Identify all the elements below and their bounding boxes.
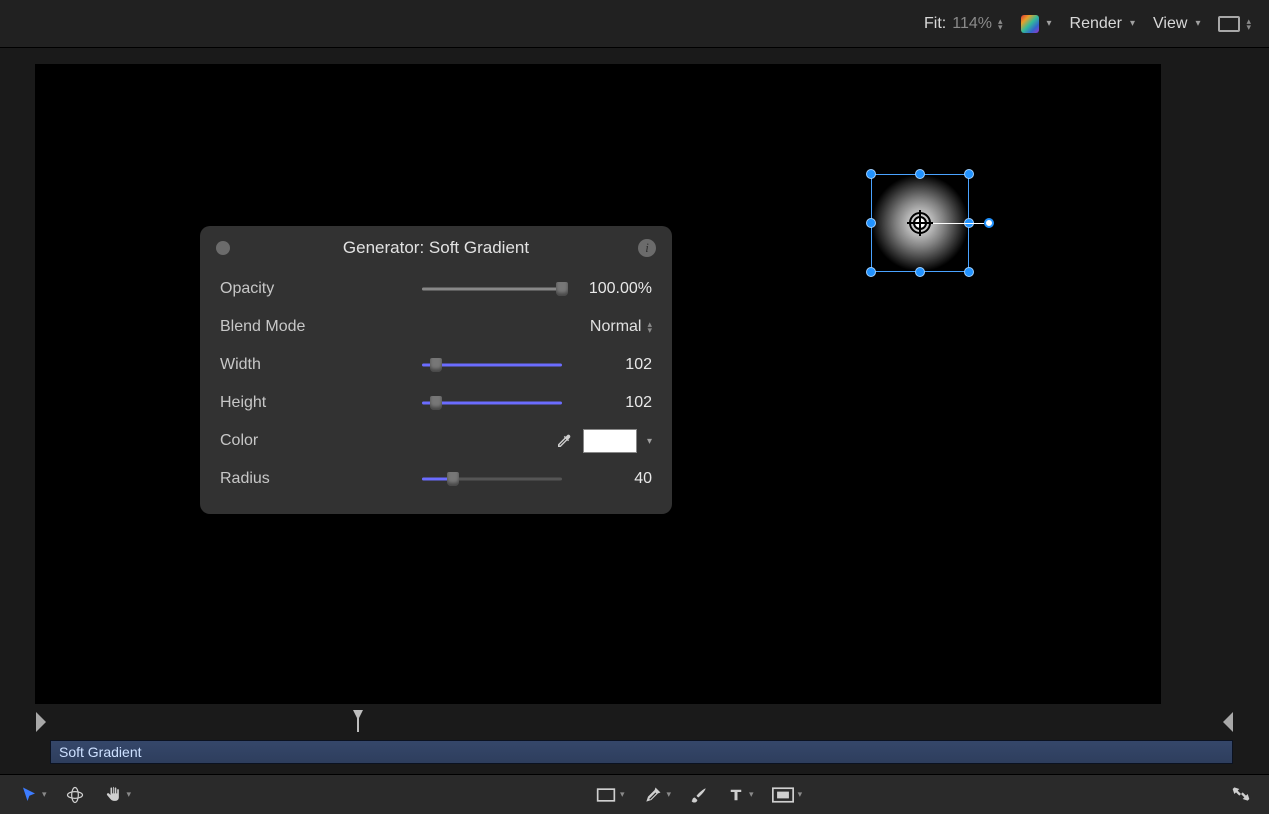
width-value[interactable]: 102 bbox=[572, 356, 652, 374]
hud-title: Generator: Soft Gradient bbox=[200, 238, 672, 258]
aspect-box-icon bbox=[1218, 16, 1240, 32]
anchor-target-icon[interactable] bbox=[909, 212, 931, 234]
height-value[interactable]: 102 bbox=[572, 394, 652, 412]
3d-orbit-icon bbox=[65, 785, 85, 805]
stepper-arrows-icon: ▴▾ bbox=[998, 18, 1003, 30]
3d-transform-tool[interactable] bbox=[65, 785, 85, 805]
opacity-slider[interactable] bbox=[422, 281, 562, 297]
opacity-label: Opacity bbox=[220, 280, 370, 298]
resize-handle[interactable] bbox=[866, 169, 876, 179]
pen-nib-icon bbox=[643, 785, 663, 805]
eyedropper-icon[interactable] bbox=[555, 432, 573, 450]
render-menu[interactable]: Render ▾ bbox=[1070, 15, 1136, 33]
out-point-icon[interactable] bbox=[1223, 712, 1233, 732]
text-tool[interactable]: ▾ bbox=[727, 786, 754, 804]
color-row: Color ▾ bbox=[200, 422, 672, 460]
width-row: Width 102 bbox=[200, 346, 672, 384]
mask-tool[interactable]: ▾ bbox=[772, 787, 803, 803]
chevron-down-icon: ▾ bbox=[1130, 18, 1135, 29]
fit-label: Fit: bbox=[924, 15, 946, 33]
height-row: Height 102 bbox=[200, 384, 672, 422]
hand-icon bbox=[103, 785, 123, 805]
text-icon bbox=[727, 786, 745, 804]
color-label: Color bbox=[220, 432, 370, 450]
width-slider[interactable] bbox=[422, 357, 562, 373]
resize-handle[interactable] bbox=[866, 218, 876, 228]
chevron-down-icon[interactable]: ▾ bbox=[647, 436, 652, 447]
in-point-icon[interactable] bbox=[36, 712, 46, 732]
height-label: Height bbox=[220, 394, 370, 412]
render-label: Render bbox=[1070, 15, 1122, 33]
width-label: Width bbox=[220, 356, 370, 374]
chevron-down-icon: ▾ bbox=[620, 789, 625, 800]
mini-timeline[interactable] bbox=[36, 712, 1233, 738]
clip-bar[interactable]: Soft Gradient bbox=[50, 740, 1233, 764]
chevron-down-icon: ▾ bbox=[667, 789, 672, 800]
resize-handle[interactable] bbox=[964, 169, 974, 179]
arrow-cursor-icon bbox=[20, 786, 38, 804]
view-menu[interactable]: View ▾ bbox=[1153, 15, 1200, 33]
selected-object[interactable] bbox=[871, 174, 969, 272]
hud-panel[interactable]: Generator: Soft Gradient i Opacity 100.0… bbox=[200, 226, 672, 514]
brush-icon bbox=[689, 785, 709, 805]
view-label: View bbox=[1153, 15, 1187, 33]
chevron-down-icon: ▾ bbox=[1047, 18, 1052, 29]
height-slider[interactable] bbox=[422, 395, 562, 411]
select-tool[interactable]: ▾ bbox=[20, 786, 47, 804]
pen-tool[interactable]: ▾ bbox=[643, 785, 672, 805]
hud-titlebar[interactable]: Generator: Soft Gradient i bbox=[200, 226, 672, 270]
chevron-down-icon: ▾ bbox=[749, 789, 754, 800]
hud-lock-dot-icon[interactable] bbox=[216, 241, 230, 255]
channels-menu[interactable]: ▾ bbox=[1021, 15, 1052, 33]
resize-handle[interactable] bbox=[915, 169, 925, 179]
resize-handle[interactable] bbox=[866, 267, 876, 277]
info-icon[interactable]: i bbox=[638, 239, 656, 257]
aspect-menu[interactable]: ▴▾ bbox=[1218, 16, 1251, 32]
rotation-handle[interactable] bbox=[984, 218, 994, 228]
tools-toolbar: ▾ ▾ ▾ ▾ ▾ ▾ bbox=[0, 774, 1269, 814]
fullscreen-icon[interactable] bbox=[1231, 784, 1251, 804]
chevron-down-icon: ▾ bbox=[42, 789, 47, 800]
rectangle-mask-icon bbox=[772, 787, 794, 803]
playhead-icon[interactable] bbox=[353, 710, 363, 732]
resize-handle[interactable] bbox=[964, 267, 974, 277]
radius-value[interactable]: 40 bbox=[572, 470, 652, 488]
blend-mode-value: Normal bbox=[590, 318, 642, 336]
stepper-arrows-icon: ▴▾ bbox=[1246, 18, 1251, 30]
chevron-down-icon: ▾ bbox=[127, 789, 132, 800]
paint-stroke-tool[interactable] bbox=[689, 785, 709, 805]
chevron-down-icon: ▾ bbox=[798, 789, 803, 800]
color-well[interactable] bbox=[583, 429, 637, 453]
opacity-row: Opacity 100.00% bbox=[200, 270, 672, 308]
pan-tool[interactable]: ▾ bbox=[103, 785, 132, 805]
stepper-arrows-icon: ▴▾ bbox=[647, 321, 652, 333]
zoom-value: 114% bbox=[952, 15, 992, 33]
chevron-down-icon: ▾ bbox=[1195, 18, 1200, 29]
clip-name: Soft Gradient bbox=[59, 744, 142, 760]
zoom-control[interactable]: Fit: 114% ▴▾ bbox=[924, 15, 1002, 33]
opacity-value[interactable]: 100.00% bbox=[572, 280, 652, 298]
radius-slider[interactable] bbox=[422, 471, 562, 487]
blend-mode-label: Blend Mode bbox=[220, 318, 370, 336]
blend-mode-dropdown[interactable]: Normal ▴▾ bbox=[590, 318, 652, 336]
rectangle-icon bbox=[596, 787, 616, 803]
resize-handle[interactable] bbox=[915, 267, 925, 277]
radius-row: Radius 40 bbox=[200, 460, 672, 498]
rectangle-tool[interactable]: ▾ bbox=[596, 787, 625, 803]
rainbow-swatch-icon bbox=[1021, 15, 1039, 33]
blend-mode-row: Blend Mode Normal ▴▾ bbox=[200, 308, 672, 346]
radius-label: Radius bbox=[220, 470, 370, 488]
viewer-toolbar: Fit: 114% ▴▾ ▾ Render ▾ View ▾ ▴▾ bbox=[0, 0, 1269, 48]
